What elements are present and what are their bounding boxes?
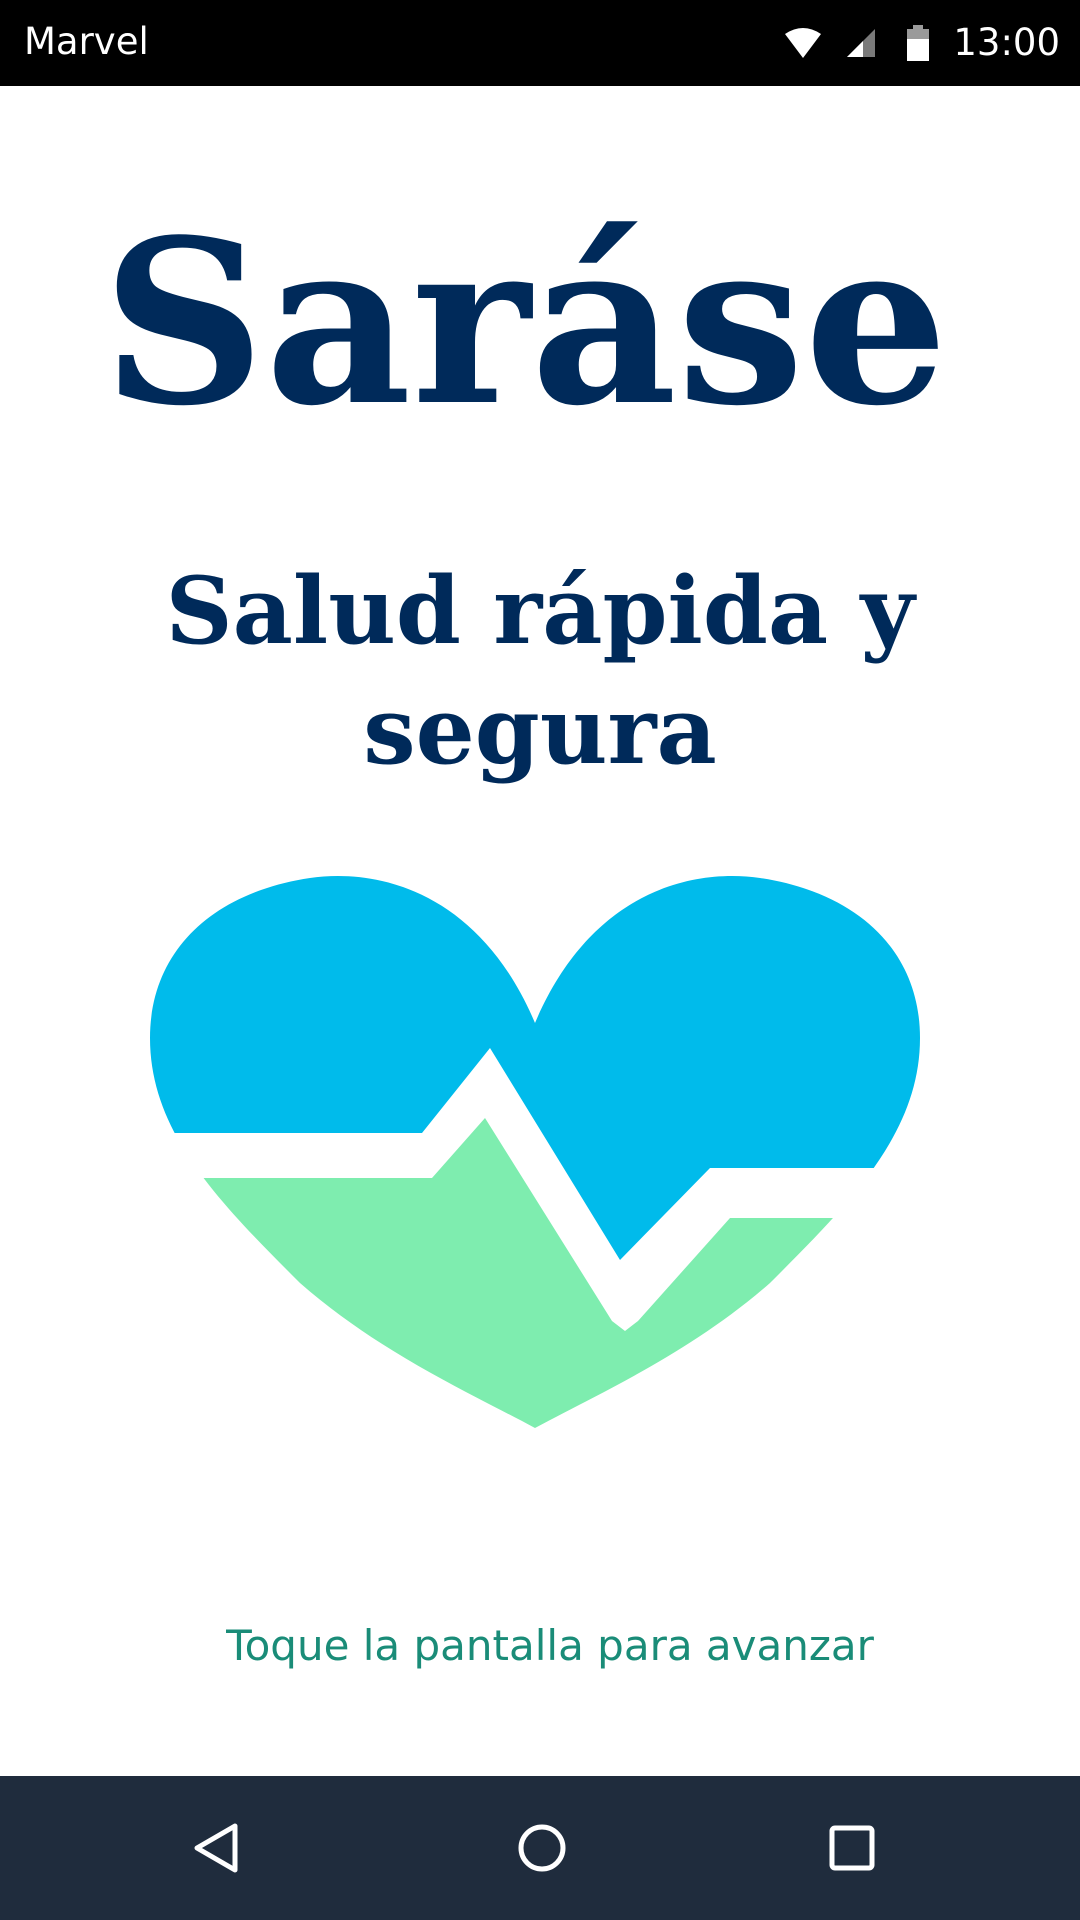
app-title: Saráse bbox=[101, 191, 949, 456]
status-bar: Marvel 13:00 bbox=[0, 0, 1080, 86]
recent-apps-icon bbox=[829, 1825, 875, 1871]
home-icon bbox=[518, 1824, 566, 1872]
splash-screen[interactable]: Saráse Salud rápida y segura Toque la pa… bbox=[0, 86, 1080, 1776]
status-time: 13:00 bbox=[953, 21, 1060, 64]
navigation-bar bbox=[0, 1776, 1080, 1920]
signal-icon bbox=[847, 29, 876, 57]
recent-apps-button[interactable] bbox=[802, 1798, 902, 1898]
battery-icon bbox=[907, 25, 930, 61]
status-icons: 13:00 bbox=[783, 0, 1060, 86]
home-button[interactable] bbox=[492, 1798, 592, 1898]
app-subtitle: Salud rápida y segura bbox=[165, 556, 915, 785]
back-button[interactable] bbox=[167, 1798, 267, 1898]
status-app-name: Marvel bbox=[24, 20, 149, 63]
heart-pulse-icon bbox=[150, 876, 920, 1428]
back-icon bbox=[194, 1823, 238, 1873]
wifi-icon bbox=[785, 28, 822, 58]
tap-to-advance-hint: Toque la pantalla para avanzar bbox=[226, 1621, 874, 1670]
